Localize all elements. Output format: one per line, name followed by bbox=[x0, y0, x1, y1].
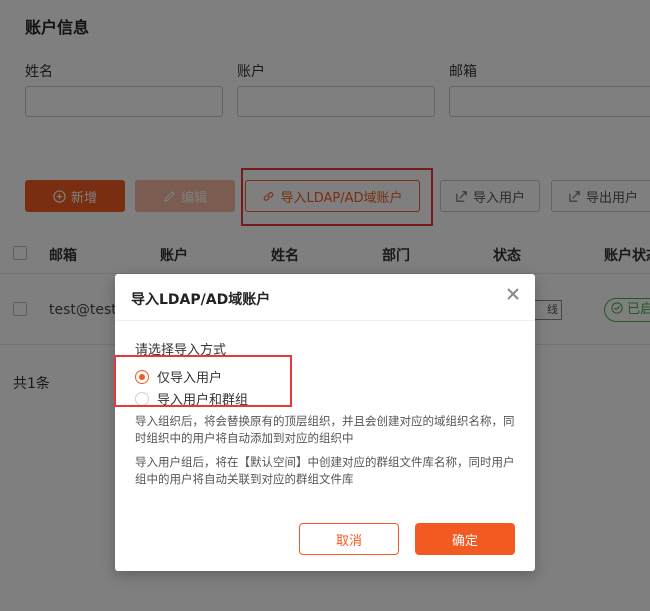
cancel-button[interactable]: 取消 bbox=[299, 523, 399, 555]
confirm-button[interactable]: 确定 bbox=[415, 523, 515, 555]
import-ldap-dialog: 导入LDAP/AD域账户 请选择导入方式 仅导入用户 导入用户和群组 导入组织后… bbox=[114, 274, 535, 571]
dialog-header-divider bbox=[115, 320, 535, 321]
close-icon[interactable] bbox=[505, 286, 521, 302]
import-org-description: 导入组织后，将会替换原有的顶层组织，并且会创建对应的域组织名称，同时组织中的用户… bbox=[135, 414, 515, 445]
annotation-box-import-mode bbox=[114, 355, 292, 407]
import-group-description: 导入用户组后，将在【默认空间】中创建对应的群组文件库名称，同时用户组中的用户将自… bbox=[135, 455, 515, 486]
dialog-title: 导入LDAP/AD域账户 bbox=[131, 292, 271, 308]
